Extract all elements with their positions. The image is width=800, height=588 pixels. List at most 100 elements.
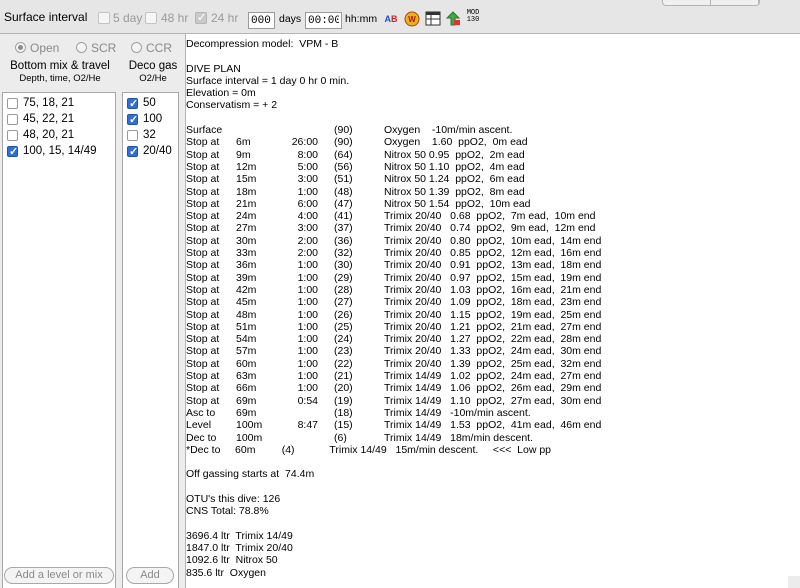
ccr-radio[interactable] bbox=[131, 42, 142, 53]
table-cell: 1:00 bbox=[297, 185, 318, 198]
table-cell: Stop at bbox=[186, 320, 220, 333]
deco-gas-title: Deco gas bbox=[128, 60, 178, 72]
table-cell: Trimix 20/40 1.39 ppO2, 25m ead, 32m end bbox=[384, 357, 602, 370]
table-row: Stop at 6m 26:00 (90) Oxygen 1.60 ppO2, 0m e… bbox=[186, 136, 800, 148]
table-cell: 2:00 bbox=[297, 247, 318, 260]
table-cell: 15m bbox=[236, 173, 257, 186]
table-cell: (30) bbox=[334, 259, 353, 272]
table-cell: 12m bbox=[236, 160, 257, 173]
list-item[interactable]: 100 bbox=[123, 112, 178, 128]
hhmm-input[interactable] bbox=[305, 12, 342, 29]
dive-warning-icon[interactable]: W bbox=[403, 11, 421, 27]
table-cell: 1:00 bbox=[297, 320, 318, 333]
low-pp-line: *Dec to 60m (4) Trimix 14/49 15m/min des… bbox=[186, 443, 552, 456]
table-cell: 30m bbox=[236, 234, 257, 247]
table-cell: 9m bbox=[236, 148, 251, 161]
table-cell: 26:00 bbox=[291, 136, 318, 149]
table-cell: (27) bbox=[334, 296, 353, 309]
table-row: Surface (90) Oxygen -10m/min ascent. bbox=[186, 124, 800, 136]
table-cell: (24) bbox=[334, 333, 353, 346]
table-cell: Stop at bbox=[186, 210, 220, 223]
table-cell: 3:00 bbox=[297, 173, 318, 186]
otu-line: OTU's this dive: 126 bbox=[186, 492, 281, 505]
table-cell: 1:00 bbox=[297, 271, 318, 284]
add-level-button[interactable]: Add a level or mix bbox=[4, 567, 114, 584]
resize-corner[interactable] bbox=[788, 576, 800, 588]
bottom-mix-checkbox-3[interactable] bbox=[7, 145, 18, 158]
table-cell: 4:00 bbox=[297, 210, 318, 223]
open-circuit-radio[interactable] bbox=[15, 42, 26, 53]
table-icon[interactable] bbox=[424, 11, 442, 27]
days-input[interactable] bbox=[248, 12, 275, 29]
table-cell: Stop at bbox=[186, 185, 220, 198]
table-cell: Trimix 14/49 1.02 ppO2, 24m ead, 27m end bbox=[384, 370, 602, 383]
tab-dive-2[interactable] bbox=[711, 0, 759, 5]
bottom-mix-checkbox-1[interactable] bbox=[7, 114, 18, 125]
table-cell: Asc to bbox=[186, 406, 216, 419]
table-row: Stop at 21m 6:00 (47) Nitrox 50 1.54 ppO2, 1… bbox=[186, 198, 800, 210]
table-cell: 51m bbox=[236, 320, 257, 333]
table-row: Stop at 66m 1:00 (20) Trimix 14/49 1.06 ppO2… bbox=[186, 382, 800, 394]
list-item[interactable]: 75, 18, 21 bbox=[3, 96, 115, 112]
plan-header-line: DIVE PLAN bbox=[186, 62, 241, 75]
table-cell: 57m bbox=[236, 345, 257, 358]
plan-header-line: Surface interval = 1 day 0 hr 0 min. bbox=[186, 74, 350, 87]
svg-text:W: W bbox=[408, 15, 416, 24]
table-cell: (23) bbox=[334, 345, 353, 358]
table-cell: Nitrox 50 1.39 ppO2, 8m ead bbox=[384, 185, 525, 198]
table-cell: (28) bbox=[334, 283, 353, 296]
bottom-mix-subtitle: Depth, time, O2/He bbox=[19, 73, 101, 84]
deco-gas-label: 20/40 bbox=[143, 145, 172, 157]
table-cell: 39m bbox=[236, 271, 257, 284]
tab-dive-1[interactable] bbox=[663, 0, 711, 5]
table-row: Stop at 51m 1:00 (25) Trimix 20/40 1.21 ppO2… bbox=[186, 321, 800, 333]
table-cell: (48) bbox=[334, 185, 353, 198]
table-cell: Stop at bbox=[186, 382, 220, 395]
list-item[interactable]: 20/40 bbox=[123, 144, 178, 160]
table-row: Stop at 54m 1:00 (24) Trimix 20/40 1.27 ppO2… bbox=[186, 333, 800, 345]
toolbar: Surface interval 5 day 48 hr 24 hr days … bbox=[0, 0, 800, 34]
table-cell: Dec to bbox=[186, 431, 217, 444]
forty-eight-hr-checkbox[interactable] bbox=[145, 12, 157, 24]
bottom-mix-checkbox-2[interactable] bbox=[7, 130, 18, 141]
gas-total-line: 835.6 ltr Oxygen bbox=[186, 566, 266, 579]
table-cell: Stop at bbox=[186, 259, 220, 272]
table-row: Stop at 69m 0:54 (19) Trimix 14/49 1.10 ppO2… bbox=[186, 395, 800, 407]
export-icon[interactable] bbox=[444, 11, 462, 27]
list-item[interactable]: 45, 22, 21 bbox=[3, 112, 115, 128]
twenty-four-hr-checkbox[interactable] bbox=[195, 11, 207, 24]
five-day-label: 5 day bbox=[113, 11, 143, 25]
table-cell: 1:00 bbox=[297, 357, 318, 370]
list-item[interactable]: 32 bbox=[123, 128, 178, 144]
five-day-checkbox[interactable] bbox=[98, 12, 110, 24]
spell-check-icon[interactable]: AB bbox=[382, 11, 400, 27]
table-row: Stop at 12m 5:00 (56) Nitrox 50 1.10 ppO2, 4… bbox=[186, 161, 800, 173]
table-cell: 63m bbox=[236, 370, 257, 383]
table-cell: 5:00 bbox=[297, 160, 318, 173]
deco-gas-checkbox-0[interactable] bbox=[127, 97, 138, 110]
dive-tabs[interactable] bbox=[662, 0, 760, 6]
table-cell: 0:54 bbox=[297, 394, 318, 407]
deco-gas-checkbox-1[interactable] bbox=[127, 113, 138, 126]
bottom-mix-label: 45, 22, 21 bbox=[23, 113, 75, 125]
table-cell: (29) bbox=[334, 271, 353, 284]
add-deco-gas-button[interactable]: Add bbox=[126, 567, 174, 584]
deco-gas-checkbox-2[interactable] bbox=[127, 130, 138, 141]
table-row: Stop at 33m 2:00 (32) Trimix 20/40 0.85 ppO2… bbox=[186, 247, 800, 259]
mod-icon[interactable]: MOD 130 bbox=[463, 10, 483, 26]
table-cell: Stop at bbox=[186, 247, 220, 260]
table-cell: Oxygen -10m/min ascent. bbox=[384, 124, 513, 137]
list-item[interactable]: 48, 20, 21 bbox=[3, 128, 115, 144]
scr-radio[interactable] bbox=[76, 42, 87, 53]
table-cell: 36m bbox=[236, 259, 257, 272]
deco-gas-subtitle: O2/He bbox=[139, 73, 167, 84]
table-cell: (36) bbox=[334, 234, 353, 247]
table-row: Asc to 69m (18) Trimix 14/49 -10m/min ascen… bbox=[186, 407, 800, 419]
list-item[interactable]: 50 bbox=[123, 96, 178, 112]
deco-gas-list: 50 100 32 20/40 bbox=[122, 92, 179, 588]
table-cell: Stop at bbox=[186, 296, 220, 309]
list-item[interactable]: 100, 15, 14/49 bbox=[3, 144, 115, 160]
deco-gas-checkbox-3[interactable] bbox=[127, 145, 138, 158]
bottom-mix-checkbox-0[interactable] bbox=[7, 98, 18, 109]
table-row: Stop at 45m 1:00 (27) Trimix 20/40 1.09 ppO2… bbox=[186, 296, 800, 308]
